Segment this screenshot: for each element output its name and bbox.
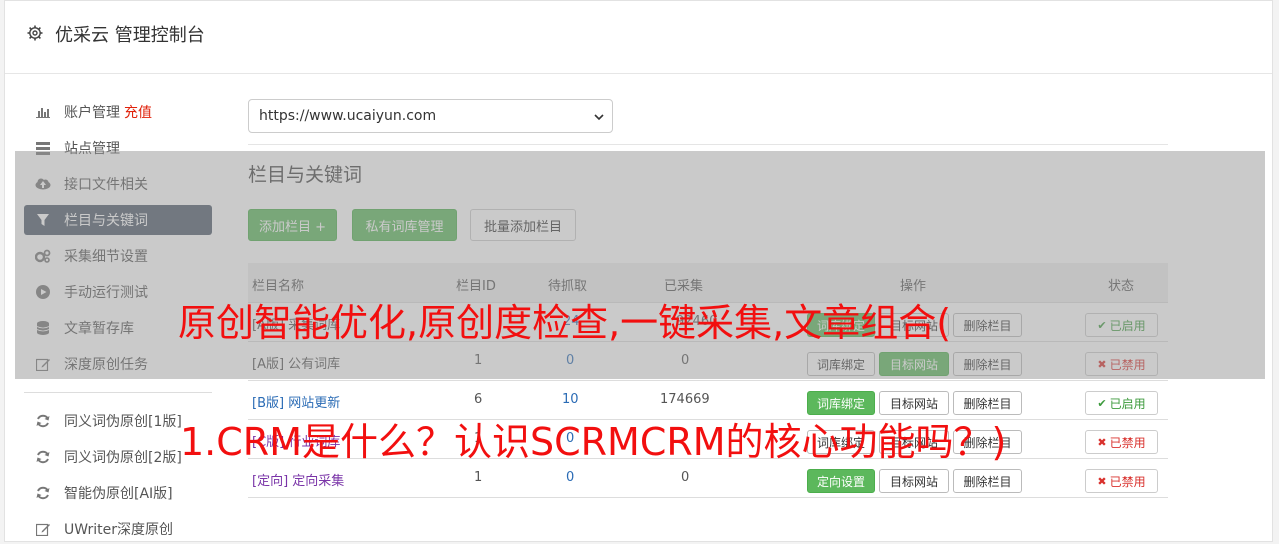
directional-settings-button[interactable]: 定向设置 [807, 469, 875, 493]
status-label: 已启用 [1109, 396, 1146, 411]
status-disabled-button[interactable]: ✖已禁用 [1085, 430, 1158, 454]
sidebar-item-label: 账户管理 [64, 105, 120, 121]
watermark-line-2: 1.CRM是什么？认识SCRMCRM的核心功能吗？) [180, 420, 1007, 464]
refresh-icon [35, 485, 51, 501]
target-site-button[interactable]: 目标网站 [879, 469, 949, 493]
row-collected: 0 [681, 470, 690, 485]
row-divider [248, 497, 1168, 498]
close-icon: ✖ [1097, 435, 1107, 449]
row-id: 1 [474, 470, 483, 485]
delete-column-button[interactable]: 删除栏目 [953, 469, 1022, 493]
edit-icon [35, 521, 51, 537]
status-enabled-button[interactable]: ✔已启用 [1085, 391, 1158, 415]
divider [248, 144, 1168, 145]
refresh-icon [35, 449, 51, 465]
row-collected: 174669 [660, 392, 710, 407]
gear-icon [27, 25, 43, 41]
close-icon: ✖ [1097, 474, 1107, 488]
watermark-line-1: 原创智能优化,原创度检查,一键采集,文章组合( [178, 301, 952, 345]
sidebar-item-account[interactable]: 账户管理 充值 [24, 97, 212, 127]
check-icon: ✔ [1097, 396, 1107, 410]
site-select[interactable]: https://www.ucaiyun.com [248, 99, 613, 133]
row-id: 6 [474, 392, 483, 407]
sidebar-item-uwriter[interactable]: UWriter深度原创 [24, 514, 212, 544]
bar-chart-icon [35, 104, 51, 120]
app-title: 优采云 管理控制台 [55, 25, 205, 46]
sidebar-item-label: 同义词伪原创[1版] [64, 414, 182, 430]
status-disabled-button[interactable]: ✖已禁用 [1085, 469, 1158, 493]
row-pending[interactable]: 0 [566, 470, 574, 485]
console-header: 优采云 管理控制台 [5, 1, 1272, 74]
sidebar-item-ai-original[interactable]: 智能伪原创[AI版] [24, 478, 212, 508]
refresh-icon [35, 413, 51, 429]
status-label: 已禁用 [1109, 435, 1146, 450]
sidebar-item-label: 智能伪原创[AI版] [64, 486, 173, 502]
sidebar-item-label: UWriter深度原创 [64, 522, 173, 538]
recharge-link[interactable]: 充值 [124, 102, 152, 122]
sidebar-divider [24, 392, 212, 393]
chevron-down-icon [594, 110, 604, 121]
sidebar-item-label: 同义词伪原创[2版] [64, 450, 182, 466]
row-name[interactable]: [B版] 网站更新 [252, 392, 340, 411]
site-select-value: https://www.ucaiyun.com [259, 108, 437, 124]
row-pending[interactable]: 10 [562, 392, 579, 407]
status-label: 已禁用 [1109, 474, 1146, 489]
row-name[interactable]: [定向] 定向采集 [252, 470, 344, 489]
row-divider [248, 380, 1168, 381]
